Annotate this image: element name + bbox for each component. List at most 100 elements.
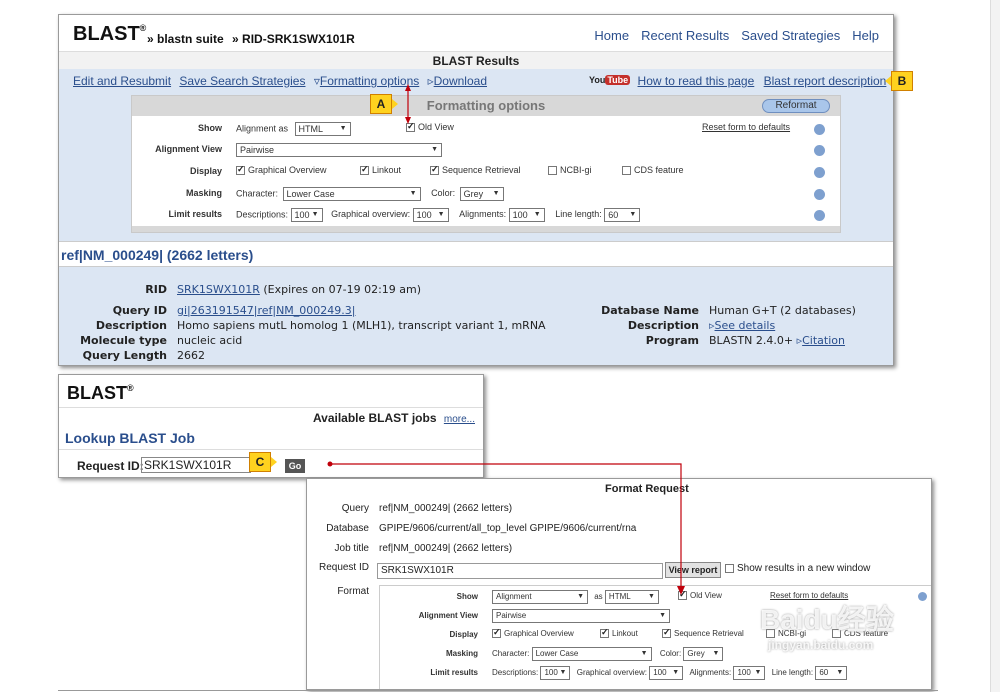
limit-results-row: Descriptions: 100 Graphical overview: 10… — [492, 666, 848, 680]
job-title-value: ref|NM_000249| (2662 letters) — [379, 543, 513, 554]
checkbox[interactable] — [360, 164, 369, 176]
more-link[interactable]: more... — [444, 414, 475, 425]
save-strategies-link[interactable]: Save Search Strategies — [179, 74, 305, 88]
checkbox[interactable] — [492, 627, 501, 639]
checkbox[interactable] — [236, 164, 245, 176]
help-icon[interactable] — [918, 592, 927, 601]
checkbox[interactable] — [662, 627, 671, 639]
description-label: Description — [95, 319, 167, 332]
old-view-option[interactable]: Old View — [678, 589, 722, 601]
descriptions-select[interactable]: 100 — [540, 666, 571, 680]
descriptions-select[interactable]: 100 — [290, 208, 323, 222]
new-window-option[interactable]: Show results in a new window — [725, 563, 870, 574]
how-to-read-link[interactable]: How to read this page — [638, 74, 755, 88]
help-links: You Tube How to read this page Blast repo… — [589, 74, 886, 88]
help-icon[interactable] — [814, 210, 825, 221]
nav-help[interactable]: Help — [852, 28, 879, 43]
checkbox[interactable] — [622, 166, 631, 176]
line-length-select[interactable]: 60 — [815, 666, 848, 680]
checkbox[interactable] — [430, 164, 439, 176]
format-request-panel: Format Request Query ref|NM_000249| (2662… — [306, 478, 932, 690]
masking-row: Character: Lower Case Color: Grey — [236, 187, 504, 201]
alignments-select[interactable]: 100 — [733, 666, 766, 680]
show-select[interactable]: Alignment — [492, 590, 588, 604]
nav-recent-results[interactable]: Recent Results — [641, 28, 729, 43]
display-cds-option[interactable]: CDS feature — [622, 165, 684, 176]
torn-edge — [132, 226, 840, 232]
display-sequence-option[interactable]: Sequence Retrieval — [430, 164, 521, 176]
request-id-label: Request ID — [318, 562, 369, 573]
request-id-input[interactable]: SRK1SWX101R — [141, 457, 251, 473]
breadcrumb-suite[interactable]: » blastn suite — [147, 32, 224, 46]
checkbox[interactable] — [600, 627, 609, 639]
line-length-select[interactable]: 60 — [604, 208, 641, 222]
request-id-label: Request ID: — [77, 459, 144, 473]
help-icon[interactable] — [814, 124, 825, 135]
blast-logo[interactable]: BLAST® — [73, 23, 146, 46]
formatting-title: Formatting options — [426, 98, 546, 113]
display-linkout-option[interactable]: Linkout — [600, 627, 638, 639]
report-description-link[interactable]: Blast report description — [764, 74, 887, 88]
show-format-select[interactable]: HTML — [294, 122, 351, 136]
view-report-button[interactable]: View report — [665, 562, 721, 578]
description-value: Homo sapiens mutL homolog 1 (MLH1), tran… — [177, 319, 546, 332]
molecule-type-label: Molecule type — [80, 334, 167, 347]
download-toggle[interactable]: ▹Download — [428, 74, 487, 88]
formatting-toggle[interactable]: ▿Formatting options — [314, 74, 419, 88]
alignments-select[interactable]: 100 — [508, 208, 545, 222]
summary-left: RID SRK1SWX101R (Expires on 07-19 02:19 a… — [59, 282, 619, 363]
display-graphical-option[interactable]: Graphical Overview — [236, 164, 327, 176]
help-icon[interactable] — [814, 167, 825, 178]
summary-right: Database Name Human G+T (2 databases) Des… — [579, 303, 893, 348]
display-graphical-option[interactable]: Graphical Overview — [492, 627, 574, 639]
request-id-input[interactable]: SRK1SWX101R — [377, 563, 663, 579]
display-sequence-option[interactable]: Sequence Retrieval — [662, 627, 744, 639]
graphical-overview-select[interactable]: 100 — [412, 208, 449, 222]
show-label: Show — [198, 123, 222, 133]
query-heading-bar: ref|NM_000249| (2662 letters) — [59, 241, 893, 267]
graphical-overview-select[interactable]: 100 — [649, 666, 684, 680]
lookup-title: Lookup BLAST Job — [65, 430, 195, 446]
citation-toggle[interactable]: ▹Citation — [797, 334, 845, 347]
show-format-select[interactable]: HTML — [604, 590, 659, 604]
help-icon[interactable] — [814, 145, 825, 156]
bottom-rule — [58, 690, 938, 691]
masking-color-select[interactable]: Grey — [683, 647, 724, 661]
query-label: Query — [341, 503, 369, 514]
rid-link[interactable]: SRK1SWX101R — [177, 283, 260, 296]
masking-character-select[interactable]: Lower Case — [531, 647, 652, 661]
page-scrollbar-edge[interactable] — [990, 0, 1000, 692]
new-window-checkbox[interactable] — [725, 563, 734, 573]
help-icon[interactable] — [814, 189, 825, 200]
alignment-view-select[interactable]: Pairwise — [236, 143, 442, 157]
old-view-checkbox[interactable] — [678, 589, 687, 601]
display-ncbigi-option[interactable]: NCBI-gi — [548, 165, 592, 176]
callout-b-badge: B — [885, 71, 913, 91]
query-id-link[interactable]: gi|263191547|ref|NM_000249.3| — [177, 303, 355, 318]
nav-saved-strategies[interactable]: Saved Strategies — [741, 28, 840, 43]
reset-form-link[interactable]: Reset form to defaults — [702, 122, 790, 132]
blast-logo[interactable]: BLAST® — [67, 383, 134, 404]
molecule-type-value: nucleic acid — [177, 334, 243, 347]
alignment-view-row: Pairwise — [236, 143, 442, 157]
alignment-view-label: Alignment View — [418, 611, 478, 620]
edit-resubmit-link[interactable]: Edit and Resubmit — [73, 74, 171, 88]
masking-color-select[interactable]: Grey — [459, 187, 504, 201]
results-body: Edit and Resubmit Save Search Strategies… — [59, 69, 893, 365]
registered-mark: ® — [127, 383, 134, 393]
see-details-toggle[interactable]: ▹See details — [709, 318, 775, 333]
query-length-label: Query Length — [82, 349, 167, 362]
old-view-checkbox[interactable] — [406, 121, 415, 133]
youtube-icon[interactable]: You Tube — [589, 74, 631, 87]
database-value: GPIPE/9606/current/all_top_level GPIPE/9… — [379, 523, 637, 534]
format-label: Format — [337, 586, 369, 597]
old-view-option[interactable]: Old View — [406, 121, 454, 133]
limit-results-row: Descriptions: 100 Graphical overview: 10… — [236, 208, 641, 222]
nav-home[interactable]: Home — [594, 28, 629, 43]
display-linkout-option[interactable]: Linkout — [360, 164, 401, 176]
go-button[interactable]: Go — [285, 459, 305, 473]
reformat-button[interactable]: Reformat — [762, 99, 830, 113]
checkbox[interactable] — [548, 166, 557, 176]
alignment-view-select[interactable]: Pairwise — [492, 609, 670, 623]
masking-character-select[interactable]: Lower Case — [282, 187, 421, 201]
